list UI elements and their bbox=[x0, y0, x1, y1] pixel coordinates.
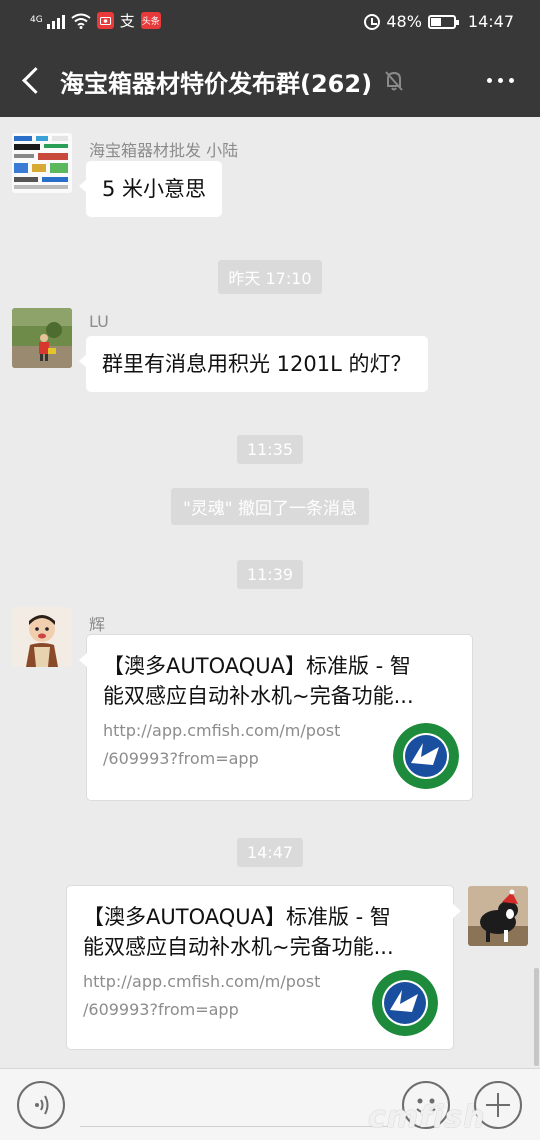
avatar-xiaolu[interactable] bbox=[12, 133, 72, 193]
timestamp: 11:35 bbox=[0, 435, 540, 464]
clock: 14:47 bbox=[467, 12, 514, 31]
alipay-icon: 支 bbox=[119, 12, 135, 30]
sender-name: 辉 bbox=[89, 615, 106, 634]
message-bubble[interactable]: 群里有消息用积光 1201L 的灯？ bbox=[79, 336, 428, 392]
sender-name: 海宝箱器材批发 小陆 bbox=[89, 141, 239, 160]
avatar-lu[interactable] bbox=[12, 308, 72, 368]
link-card[interactable]: 【澳多AUTOAQUA】标准版 - 智 能双感应自动补水机~完备功能... ht… bbox=[66, 885, 461, 1050]
app-notification-icon bbox=[96, 12, 114, 29]
timestamp: 14:47 bbox=[0, 838, 540, 867]
back-arrow-icon[interactable] bbox=[18, 66, 44, 96]
status-bar: 4G 支 头条 48% 14:47 bbox=[0, 0, 540, 44]
network-type: 4G bbox=[30, 15, 43, 25]
recall-notice: "灵魂" 撤回了一条消息 bbox=[0, 488, 540, 525]
cmfish-logo-icon bbox=[372, 970, 438, 1036]
alarm-icon bbox=[364, 13, 381, 30]
sender-name: LU bbox=[89, 312, 109, 331]
more-dots-icon[interactable] bbox=[487, 78, 514, 83]
link-card-url: http://app.cmfish.com/m/post /609993?fro… bbox=[83, 972, 321, 1019]
avatar-hui[interactable] bbox=[12, 607, 72, 667]
watermark: cmfish bbox=[368, 1100, 486, 1135]
message-input[interactable] bbox=[80, 1081, 388, 1127]
timestamp: 昨天 17:10 bbox=[0, 260, 540, 294]
battery-percent: 48% bbox=[386, 12, 422, 31]
battery-icon bbox=[427, 14, 459, 29]
signal-icon bbox=[46, 13, 65, 29]
group-title: 海宝箱器材特价发布群(262) bbox=[60, 70, 373, 98]
wifi-icon bbox=[71, 13, 91, 29]
toutiao-icon: 头条 bbox=[140, 12, 161, 29]
link-card[interactable]: 【澳多AUTOAQUA】标准版 - 智 能双感应自动补水机~完备功能... ht… bbox=[79, 634, 473, 801]
link-card-url: http://app.cmfish.com/m/post /609993?fro… bbox=[103, 721, 341, 768]
cmfish-logo-icon bbox=[393, 723, 459, 789]
avatar-self[interactable] bbox=[468, 886, 528, 946]
message-bubble[interactable]: 5 米小意思 bbox=[78, 161, 223, 217]
mute-bell-icon bbox=[385, 71, 403, 91]
voice-icon[interactable] bbox=[17, 1081, 65, 1129]
scrollbar[interactable] bbox=[534, 968, 539, 1066]
timestamp: 11:39 bbox=[0, 560, 540, 589]
link-card-title: 【澳多AUTOAQUA】标准版 - 智 能双感应自动补水机~完备功能... bbox=[103, 654, 414, 708]
chat-header: 海宝箱器材特价发布群(262) bbox=[0, 44, 540, 117]
link-card-title: 【澳多AUTOAQUA】标准版 - 智 能双感应自动补水机~完备功能... bbox=[83, 905, 394, 959]
